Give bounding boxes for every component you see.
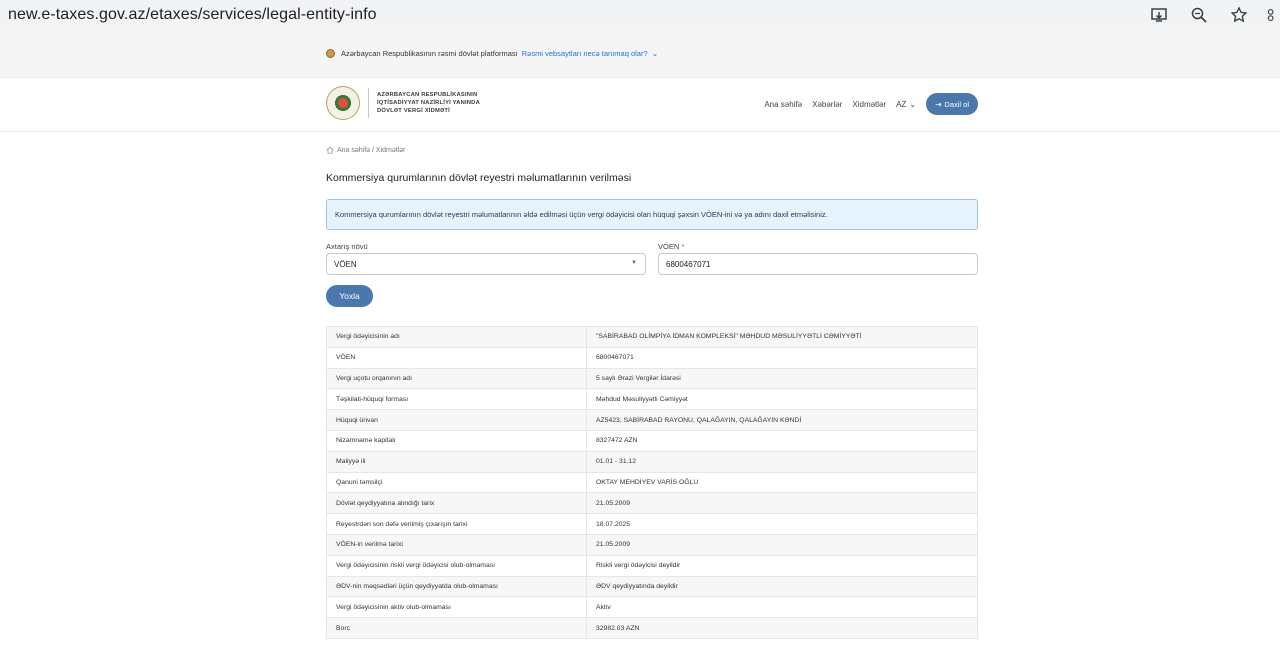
logo-line-2: İQTİSADİYYAT NAZİRLİYİ YANINDA [377,100,480,106]
row-key: Dövlət qeydiyyatına alındığı tarix [326,492,587,515]
table-row: ƏDV-nin məqsədləri üçün qeydiyyatda olub… [326,575,978,598]
zoom-icon[interactable] [1186,2,1212,28]
language-selector[interactable]: AZ ⌄ [896,100,916,109]
chevron-down-icon: ⌄ [909,99,917,109]
nav-news[interactable]: Xəbərlər [812,100,842,109]
voen-field: VÖEN * 6800467071 [658,242,978,275]
row-value: 21.05.2009 [586,492,978,515]
search-form: Axtarış növü VÖEN ▼ VÖEN * 6800467071 [326,242,978,275]
browser-toolbar: new.e-taxes.gov.az/etaxes/services/legal… [0,0,1280,30]
check-button[interactable]: Yoxla [326,285,373,307]
login-button[interactable]: ⇥ Daxil ol [926,93,978,115]
voen-input-value: 6800467071 [666,259,711,269]
login-label: Daxil ol [944,99,969,109]
search-type-select[interactable]: VÖEN ▼ [326,253,646,275]
row-value: 18.07.2025 [586,513,978,535]
language-label: AZ [896,99,907,109]
search-type-field: Axtarış növü VÖEN ▼ [326,242,646,275]
main-content: Ana səhifə / Xidmətlər Kommersiya quruml… [326,146,978,639]
row-value: 8327472 AZN [586,429,978,452]
row-key: Vergi uçotu orqanının adı [326,367,587,390]
emblem-icon [326,49,335,58]
voen-input[interactable]: 6800467071 [658,253,978,275]
row-value: Məhdud Məsuliyyətli Cəmiyyət [586,388,978,411]
star-icon[interactable] [1226,2,1252,28]
logo-divider [368,88,369,118]
row-value: Aktiv [586,596,978,619]
logo-line-1: AZƏRBAYCAN RESPUBLİKASININ [377,92,478,98]
logo-text: AZƏRBAYCAN RESPUBLİKASININ İQTİSADİYYAT … [377,91,480,115]
row-key: Vergi ödəyicisinin aktiv olub-olmaması [326,596,587,619]
search-type-label: Axtarış növü [326,242,368,251]
table-row: Qanuni təmsilçi OKTAY MEHDİYEV VARİS OĞLU [326,471,978,494]
gov-banner-text: Azərbaycan Respublikasının rəsmi dövlət … [341,49,518,58]
row-value: OKTAY MEHDİYEV VARİS OĞLU [586,471,978,494]
table-row: Reyestrdən son dəfə verilmiş çıxarışın t… [326,513,978,535]
main-nav: Ana səhifə Xəbərlər Xidmətlər AZ ⌄ ⇥ Dax… [764,93,978,115]
table-row: Vergi ödəyicisinin adı "SABİRABAD OLİMPİY… [326,326,978,348]
row-key: Borc [326,617,587,639]
nav-services[interactable]: Xidmətlər [852,100,886,109]
row-value: 32982.03 AZN [586,617,978,639]
browser-actions [1146,0,1280,30]
result-table: Vergi ödəyicisinin adı "SABİRABAD OLİMPİY… [326,326,978,639]
row-value: 6800467071 [586,346,978,369]
row-key: Reyestrdən son dəfə verilmiş çıxarışın t… [326,513,587,535]
logo-line-3: DÖVLƏT VERGİ XİDMƏTİ [377,108,450,114]
address-bar[interactable]: new.e-taxes.gov.az/etaxes/services/legal… [8,6,377,24]
home-icon[interactable] [326,146,334,154]
search-type-value: VÖEN [334,259,357,269]
table-row: Borc 32982.03 AZN [326,617,978,639]
table-row: Vergi ödəyicisinin riskli vergi ödəyicis… [326,554,978,577]
table-row: Vergi uçotu orqanının adı 5 saylı Ərazi V… [326,367,978,390]
dropdown-arrow-icon: ▼ [631,260,637,266]
voen-label-text: VÖEN [658,242,680,251]
row-key: Qanuni təmsilçi [326,471,587,494]
row-value: ƏDV qeydiyyatında deyildir [586,575,978,598]
table-row: Vergi ödəyicisinin aktiv olub-olmaması Ak… [326,596,978,619]
table-row: Dövlət qeydiyyatına alındığı tarix 21.05.… [326,492,978,515]
row-key: Hüquqi ünvan [326,409,587,431]
info-alert: Kommersiya qurumlarının dövlət reyestri … [326,199,978,230]
gov-banner: Azərbaycan Respublikasının rəsmi dövlət … [0,30,1280,78]
logo-emblem-icon [326,86,360,120]
row-value: Riskli vergi ödəyicisi deyildir [586,554,978,577]
login-icon: ⇥ [935,99,942,109]
required-mark: * [681,242,685,251]
row-value: "SABİRABAD OLİMPİYA İDMAN KOMPLEKSİ" MƏH… [586,326,978,348]
voen-label: VÖEN * [658,242,978,251]
table-row: VÖEN-in verilmə tarixi 21.05.2009 [326,533,978,556]
table-row: Hüquqi ünvan AZ5423, SABİRABAD RAYONU, QA… [326,409,978,431]
chevron-down-icon[interactable]: ⌄ [652,49,659,58]
table-row: Nizamnamə kapitalı 8327472 AZN [326,429,978,452]
row-value: 21.05.2009 [586,533,978,556]
gov-banner-link[interactable]: Rəsmi vebsaytları necə tanımaq olar? [522,49,648,58]
breadcrumb-text[interactable]: Ana səhifə / Xidmətlər [337,147,405,154]
extensions-icon[interactable] [1266,2,1280,28]
row-value: AZ5423, SABİRABAD RAYONU, QALAĞAYIN, QAL… [586,409,978,431]
site-logo[interactable]: AZƏRBAYCAN RESPUBLİKASININ İQTİSADİYYAT … [326,86,480,120]
table-row: Maliyyə ili 01.01 - 31.12 [326,450,978,473]
page-title: Kommersiya qurumlarının dövlət reyestri … [326,172,632,184]
row-key: VÖEN [326,346,587,369]
row-key: VÖEN-in verilmə tarixi [326,533,587,556]
row-key: Vergi ödəyicisinin adı [326,326,587,348]
row-key: Maliyyə ili [326,450,587,473]
row-key: ƏDV-nin məqsədləri üçün qeydiyyatda olub… [326,575,587,598]
site-header: AZƏRBAYCAN RESPUBLİKASININ İQTİSADİYYAT … [0,78,1280,132]
install-icon[interactable] [1146,2,1172,28]
breadcrumb: Ana səhifə / Xidmətlər [326,146,978,154]
nav-home[interactable]: Ana səhifə [764,100,802,109]
row-value: 01.01 - 31.12 [586,450,978,473]
row-value: 5 saylı Ərazi Vergilər İdarəsi [586,367,978,390]
row-key: Vergi ödəyicisinin riskli vergi ödəyicis… [326,554,587,577]
table-row: VÖEN 6800467071 [326,346,978,369]
row-key: Nizamnamə kapitalı [326,429,587,452]
table-row: Təşkilati-hüquqi forması Məhdud Məsuliyyə… [326,388,978,411]
row-key: Təşkilati-hüquqi forması [326,388,587,411]
